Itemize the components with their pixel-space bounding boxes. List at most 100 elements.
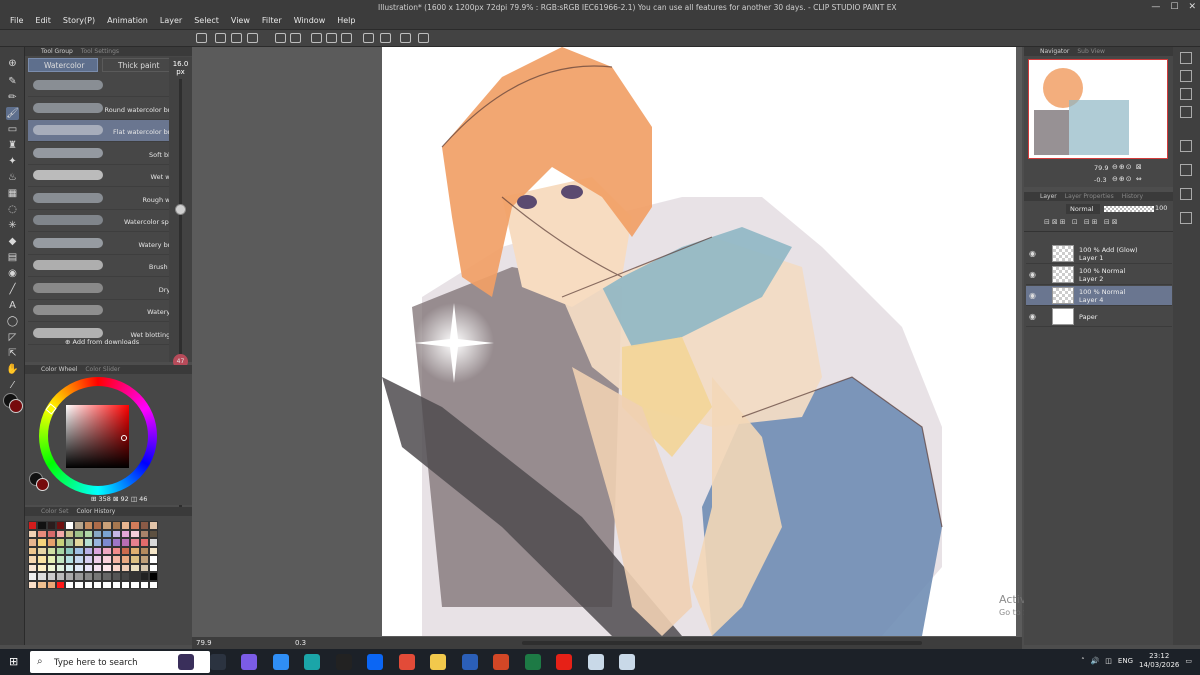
line-tool-icon[interactable]: ╱ bbox=[6, 283, 19, 296]
color-swatch[interactable] bbox=[37, 521, 47, 530]
brush-item[interactable]: Watery brush bbox=[28, 233, 185, 255]
navigator-preview[interactable] bbox=[1028, 59, 1168, 159]
clear-icon[interactable] bbox=[311, 33, 322, 43]
color-swatch[interactable] bbox=[55, 555, 66, 564]
color-swatch[interactable] bbox=[28, 521, 38, 530]
color-swatch[interactable] bbox=[120, 546, 131, 555]
brush-item[interactable]: Wet wash bbox=[28, 165, 185, 187]
visibility-eye-icon[interactable]: ◉ bbox=[1029, 312, 1036, 321]
color-swatch[interactable] bbox=[102, 521, 112, 530]
color-swatch[interactable] bbox=[93, 572, 103, 581]
color-swatch[interactable] bbox=[83, 563, 94, 572]
color-swatch[interactable] bbox=[37, 563, 47, 572]
menu-window[interactable]: Window bbox=[288, 16, 332, 28]
brush-item[interactable]: Soft bleed bbox=[28, 143, 185, 165]
brush-item[interactable]: Watery ink bbox=[28, 300, 185, 322]
visibility-eye-icon[interactable]: ◉ bbox=[1029, 249, 1036, 258]
color-swatch[interactable] bbox=[93, 521, 103, 530]
operation-tool-icon[interactable]: ⇱ bbox=[6, 347, 19, 360]
notification-icon[interactable]: ▭ bbox=[1185, 657, 1192, 665]
panel-icon-7[interactable] bbox=[1180, 188, 1192, 200]
transform-icon[interactable] bbox=[341, 33, 352, 43]
close-icon[interactable]: ✕ bbox=[1188, 2, 1196, 12]
menu-layer[interactable]: Layer bbox=[154, 16, 188, 28]
status-zoom[interactable]: 79.9 bbox=[196, 639, 212, 647]
color-swatch[interactable] bbox=[120, 529, 131, 538]
color-swatch[interactable] bbox=[130, 563, 140, 572]
panel-icon-5[interactable] bbox=[1180, 140, 1192, 152]
color-swatch[interactable] bbox=[28, 529, 38, 538]
color-swatch[interactable] bbox=[139, 563, 149, 572]
frame-tool-icon[interactable]: ◸ bbox=[6, 331, 19, 344]
color-swatch[interactable] bbox=[55, 529, 66, 538]
panel-icon-1[interactable] bbox=[1180, 52, 1192, 64]
tab-thick-paint[interactable]: Thick paint bbox=[102, 58, 172, 72]
tab-color-slider[interactable]: Color Slider bbox=[85, 366, 120, 373]
color-swatch[interactable] bbox=[139, 580, 149, 589]
color-swatch[interactable] bbox=[83, 521, 94, 530]
task-view-icon[interactable] bbox=[209, 654, 226, 670]
menu-animation[interactable]: Animation bbox=[101, 16, 154, 28]
navigator-zoom[interactable]: 79.9 bbox=[1094, 164, 1108, 172]
select-tool-icon[interactable]: ▦ bbox=[6, 187, 19, 200]
color-swatch[interactable] bbox=[120, 563, 131, 572]
gradient-tool-icon[interactable]: ▤ bbox=[6, 251, 19, 264]
text-tool-icon[interactable]: A bbox=[6, 299, 19, 312]
color-swatch[interactable] bbox=[93, 580, 103, 589]
color-swatch[interactable] bbox=[83, 546, 94, 555]
color-swatch[interactable] bbox=[28, 538, 38, 547]
brush-item[interactable]: Round watercolor brush bbox=[28, 98, 185, 120]
pen-tool-icon[interactable]: ✎ bbox=[6, 75, 19, 88]
penguin-icon[interactable] bbox=[335, 654, 352, 670]
zalo-icon[interactable] bbox=[367, 654, 383, 670]
color-swatch[interactable] bbox=[46, 572, 56, 581]
color-swatch[interactable] bbox=[46, 546, 56, 555]
color-swatch[interactable] bbox=[139, 546, 149, 555]
tab-color-wheel[interactable]: Color Wheel bbox=[41, 366, 77, 373]
visibility-eye-icon[interactable]: ◉ bbox=[1029, 270, 1036, 279]
brush-item[interactable]: Brush pen bbox=[28, 255, 185, 277]
color-swatch[interactable] bbox=[130, 538, 140, 547]
color-swatch[interactable] bbox=[37, 529, 47, 538]
horizontal-scrollbar[interactable] bbox=[522, 641, 922, 645]
tab-tool-group[interactable]: Tool Group bbox=[41, 48, 73, 55]
color-swatch[interactable] bbox=[111, 538, 121, 547]
color-swatch[interactable] bbox=[37, 580, 47, 589]
color-swatch[interactable] bbox=[83, 529, 94, 538]
undo-icon[interactable] bbox=[275, 33, 286, 43]
tab-history[interactable]: History bbox=[1122, 193, 1143, 200]
color-swatch[interactable] bbox=[102, 563, 112, 572]
brush-item[interactable]: Flat watercolor brush bbox=[28, 120, 185, 142]
rotate-controls[interactable]: ⊖⊕⊙ ⇔ bbox=[1112, 175, 1143, 183]
color-swatch[interactable] bbox=[83, 572, 94, 581]
redo-icon[interactable] bbox=[290, 33, 301, 43]
color-swatch[interactable] bbox=[102, 538, 112, 547]
eyedropper-tool-icon[interactable]: ⁄ bbox=[6, 379, 19, 392]
explorer-icon[interactable] bbox=[430, 654, 446, 670]
game-icon[interactable] bbox=[178, 654, 194, 670]
color-swatch[interactable] bbox=[28, 572, 38, 581]
panel-icon-8[interactable] bbox=[1180, 212, 1192, 224]
color-swatch[interactable] bbox=[120, 572, 131, 581]
tab-tool-settings[interactable]: Tool Settings bbox=[81, 48, 119, 55]
color-swatch[interactable] bbox=[111, 521, 121, 530]
color-swatch[interactable] bbox=[37, 546, 47, 555]
add-from-downloads-button[interactable]: ⊕ Add from downloads bbox=[65, 338, 139, 346]
color-swatch[interactable] bbox=[46, 563, 56, 572]
color-swatch[interactable] bbox=[111, 572, 121, 581]
color-swatch[interactable] bbox=[102, 580, 112, 589]
panel-icon-4[interactable] bbox=[1180, 106, 1192, 118]
open-file-icon[interactable] bbox=[231, 33, 242, 43]
menu-edit[interactable]: Edit bbox=[29, 16, 57, 28]
color-swatch[interactable] bbox=[37, 572, 47, 581]
color-swatch[interactable] bbox=[111, 563, 121, 572]
panel-icon-6[interactable] bbox=[1180, 164, 1192, 176]
color-swatch[interactable] bbox=[83, 538, 94, 547]
color-swatch[interactable] bbox=[46, 538, 56, 547]
layer-row[interactable]: ◉ 100 % Normal Layer 2 bbox=[1026, 265, 1172, 285]
color-swatch[interactable] bbox=[130, 521, 140, 530]
brush-tool-icon[interactable]: 🖌 bbox=[6, 107, 19, 120]
brush-size-track[interactable] bbox=[179, 79, 182, 354]
color-swatch[interactable] bbox=[120, 580, 131, 589]
zoom-controls[interactable]: ⊖⊕⊙ ⊠ bbox=[1112, 163, 1143, 171]
